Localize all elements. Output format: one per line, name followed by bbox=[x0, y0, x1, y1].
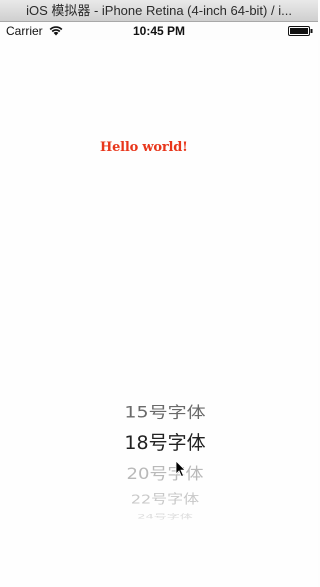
battery-icon bbox=[288, 26, 313, 36]
hello-label: Hello world! bbox=[100, 140, 188, 155]
status-time: 10:45 PM bbox=[132, 24, 186, 38]
simulator-window: iOS 模拟器 - iPhone Retina (4-inch 64-bit) … bbox=[0, 0, 318, 587]
picker-row[interactable]: 22号字体 bbox=[60, 488, 270, 507]
status-bar: Carrier 10:45 PM bbox=[0, 22, 318, 40]
window-title-bar[interactable]: iOS 模拟器 - iPhone Retina (4-inch 64-bit) … bbox=[0, 0, 318, 22]
picker-row[interactable]: 24号字体 bbox=[60, 511, 270, 520]
picker-row[interactable]: 20号字体 bbox=[60, 462, 270, 485]
font-size-picker[interactable]: 15号字体 18号字体 20号字体 22号字体 24号字体 bbox=[60, 390, 270, 520]
window-title: iOS 模拟器 - iPhone Retina (4-inch 64-bit) … bbox=[26, 3, 292, 18]
picker-row-selected[interactable]: 18号字体 bbox=[60, 428, 270, 455]
mouse-cursor-icon bbox=[175, 460, 187, 478]
picker-row[interactable]: 15号字体 bbox=[60, 400, 270, 422]
